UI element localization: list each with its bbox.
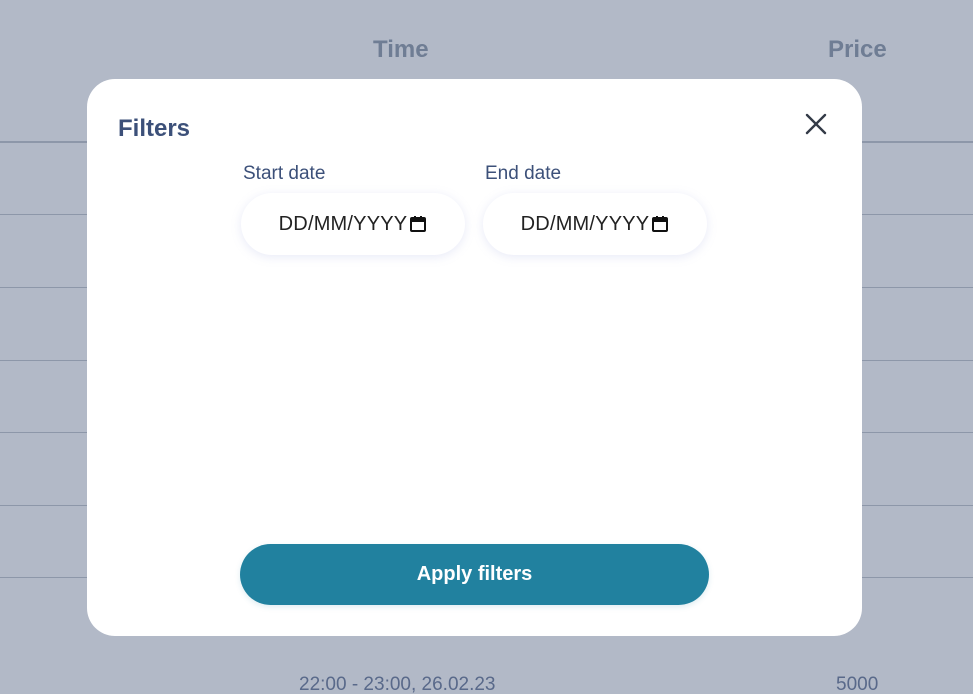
row-time: 22:00 - 23:00, 26.02.23 <box>299 674 496 694</box>
start-date-field: Start date DD/MM/YYYY <box>241 163 465 255</box>
start-date-value: DD/MM/YYYY <box>278 212 408 235</box>
end-date-field: End date DD/MM/YYYY <box>483 163 707 255</box>
row-price: 5000 <box>836 674 879 694</box>
end-date-value: DD/MM/YYYY <box>520 212 650 235</box>
filters-modal: Filters Start date DD/MM/YYYY End date D… <box>87 79 862 636</box>
price-column-header: Price <box>828 36 887 63</box>
time-column-header: Time <box>373 36 429 63</box>
end-date-label: End date <box>485 163 562 184</box>
end-date-input[interactable]: DD/MM/YYYY <box>483 193 707 255</box>
start-date-label: Start date <box>243 163 326 184</box>
calendar-icon[interactable] <box>651 215 669 233</box>
close-button[interactable] <box>799 107 833 141</box>
close-icon <box>805 113 827 135</box>
apply-filters-button[interactable]: Apply filters <box>240 544 709 605</box>
calendar-icon[interactable] <box>409 215 427 233</box>
start-date-input[interactable]: DD/MM/YYYY <box>241 193 465 255</box>
modal-title: Filters <box>118 115 191 142</box>
